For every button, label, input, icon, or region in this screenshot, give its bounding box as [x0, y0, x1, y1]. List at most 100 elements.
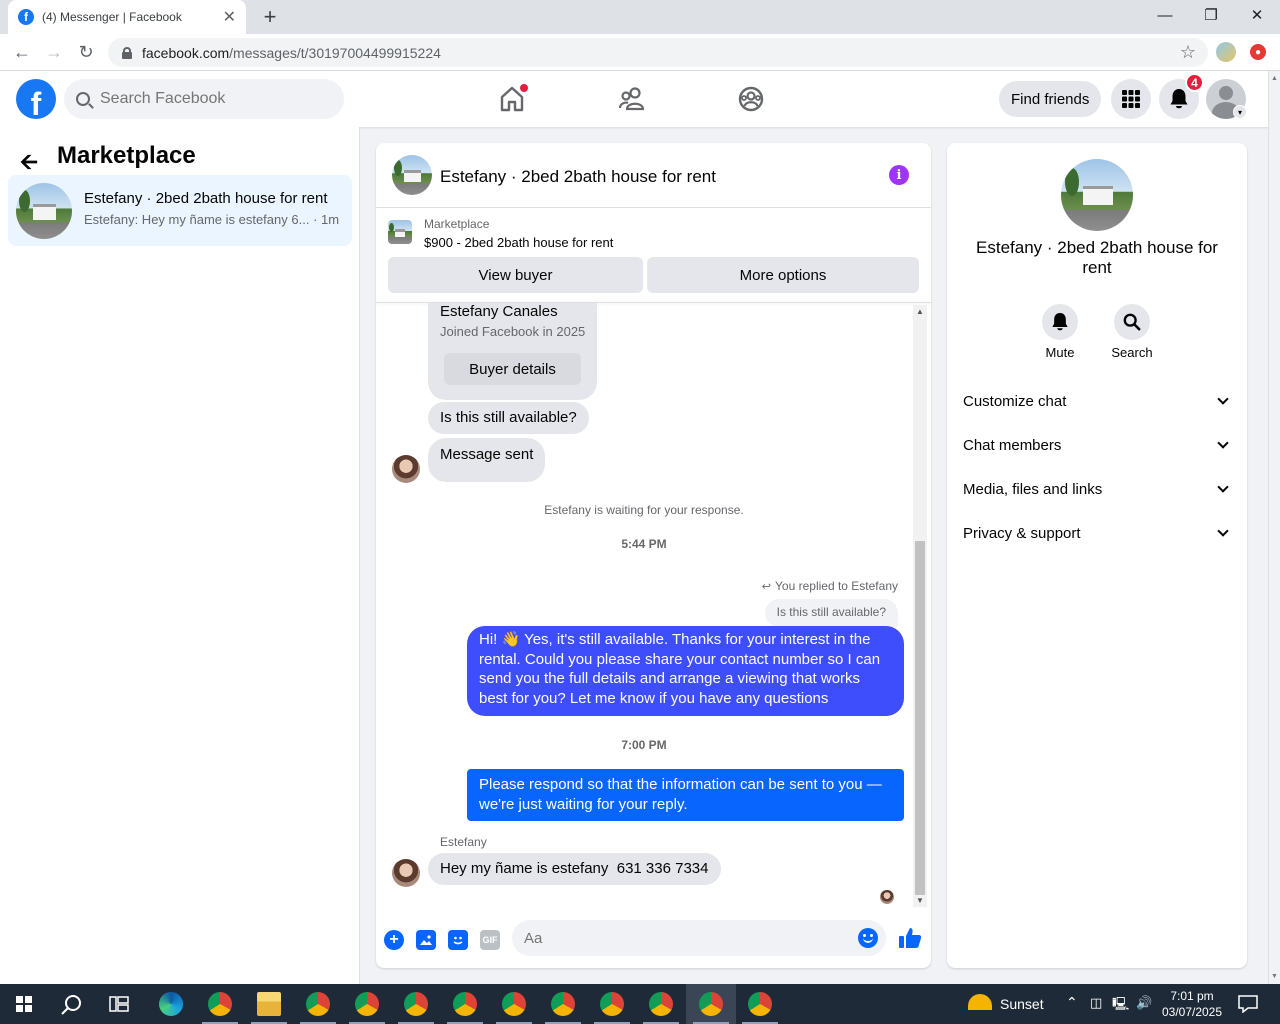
chrome-profile-icon[interactable] — [502, 992, 526, 1016]
friends-icon[interactable] — [616, 83, 648, 115]
plus-icon[interactable]: + — [384, 930, 404, 950]
edge-icon[interactable] — [159, 992, 183, 1016]
marketplace-listing-thumb — [388, 220, 412, 244]
view-buyer-button[interactable]: View buyer — [388, 257, 643, 293]
buyer-name: Estefany Canales — [440, 303, 558, 320]
home-notification-dot — [520, 84, 528, 92]
chat-listing-avatar[interactable] — [392, 155, 432, 195]
tab-close-icon[interactable]: ✕ — [223, 7, 236, 27]
scroll-down-icon[interactable]: ▼ — [1271, 973, 1278, 980]
chat-members-row[interactable]: Chat members — [963, 423, 1233, 467]
message-sent-bubble: Message sent — [428, 438, 546, 482]
network-icon[interactable]: 🖳 — [1112, 995, 1129, 1017]
chrome-profile-icon[interactable] — [453, 992, 477, 1016]
page-scrollbar[interactable]: ▲ ▼ — [1268, 71, 1280, 984]
details-panel: Estefany · 2bed 2bath house for rent Mut… — [947, 143, 1247, 968]
account-chevron-icon[interactable]: ▾ — [1233, 105, 1247, 119]
waiting-note: Estefany is waiting for your response. — [544, 503, 744, 517]
restore-icon[interactable]: ❐ — [1188, 0, 1234, 30]
chrome-profile-icon[interactable] — [748, 992, 772, 1016]
search-icon — [76, 92, 90, 106]
section-label: Media, files and links — [963, 480, 1103, 498]
message-composer: + GIF — [376, 908, 931, 968]
reply-message-bubble: Hi! 👋 Yes, it's still available. Thanks … — [467, 626, 904, 716]
read-receipt-avatar — [880, 890, 894, 904]
chat-scroll-up-icon[interactable]: ▲ — [916, 307, 924, 316]
browser-tab[interactable]: f (4) Messenger | Facebook ✕ — [8, 0, 246, 34]
section-label: Customize chat — [963, 392, 1067, 410]
chat-scrollbar[interactable]: ▲ ▼ — [913, 305, 927, 907]
minimize-icon[interactable]: — — [1142, 0, 1188, 30]
marketplace-sidebar: 🡨 Marketplace Estefany · 2bed 2bath hous… — [0, 127, 360, 984]
media-files-links-row[interactable]: Media, files and links — [963, 467, 1233, 511]
weather-label[interactable]: Sunset — [1000, 996, 1044, 1012]
bookmark-star-icon[interactable]: ☆ — [1180, 42, 1196, 63]
chrome-profile-icon[interactable] — [699, 992, 723, 1016]
facebook-logo-icon[interactable]: f — [16, 79, 56, 119]
sticker-icon[interactable] — [448, 930, 468, 950]
menu-grid-button[interactable] — [1111, 79, 1151, 119]
search-input[interactable] — [100, 90, 320, 108]
forward-icon[interactable]: → — [42, 40, 66, 64]
reload-icon[interactable]: ↻ — [74, 40, 98, 64]
chrome-profile-icon[interactable] — [551, 992, 575, 1016]
chrome-profile-icon[interactable] — [355, 992, 379, 1016]
groups-icon[interactable] — [735, 83, 767, 115]
meet-now-icon[interactable]: ◫ — [1090, 995, 1102, 1011]
timestamp: 5:44 PM — [621, 537, 667, 551]
system-clock[interactable]: 7:01 pm 03/07/2025 — [1150, 988, 1234, 1020]
extension-red-icon[interactable]: ● — [1250, 44, 1266, 60]
reply-arrow-icon: ↩ — [761, 580, 772, 593]
url-omnibox[interactable]: facebook.com/messages/t/3019700449991522… — [108, 38, 1208, 67]
facebook-topnav: f Find friends 4 ▾ — [0, 71, 1268, 127]
listing-price-title[interactable]: $900 - 2bed 2bath house for rent — [424, 235, 613, 250]
chat-scroll-thumb[interactable] — [915, 541, 925, 895]
file-explorer-icon[interactable] — [257, 992, 281, 1016]
find-friends-button[interactable]: Find friends — [999, 81, 1102, 117]
chrome-profile-icon[interactable] — [600, 992, 624, 1016]
url-path: /messages/t/30197004499915224 — [229, 44, 441, 61]
chrome-profile-icon[interactable] — [306, 992, 330, 1016]
scroll-up-icon[interactable]: ▲ — [1271, 75, 1278, 82]
notification-center-icon[interactable] — [1238, 995, 1258, 1013]
sunset-weather-icon[interactable] — [968, 994, 992, 1010]
gif-icon[interactable]: GIF — [480, 930, 500, 950]
estefany-avatar[interactable] — [392, 455, 420, 483]
buyer-details-button[interactable]: Buyer details — [444, 353, 581, 385]
chevron-down-icon — [1217, 393, 1229, 405]
quoted-message[interactable]: Is this still available? — [764, 599, 898, 627]
back-icon[interactable]: ← — [10, 40, 34, 64]
taskbar-search-icon[interactable] — [60, 993, 84, 1017]
customize-chat-row[interactable]: Customize chat — [963, 379, 1233, 423]
marketplace-label: Marketplace — [424, 217, 490, 231]
reply-note: ↩ You replied to Estefany — [762, 579, 898, 593]
chat-title[interactable]: Estefany · 2bed 2bath house for rent — [440, 167, 716, 187]
chat-panel: Estefany · 2bed 2bath house for rent i M… — [376, 143, 931, 968]
chat-scroll-down-icon[interactable]: ▼ — [916, 896, 924, 905]
mute-button[interactable] — [1042, 304, 1078, 340]
chevron-down-icon — [1217, 481, 1229, 493]
conversation-item[interactable]: Estefany · 2bed 2bath house for rent Est… — [8, 175, 352, 246]
listing-thumbnail — [16, 183, 72, 239]
privacy-support-row[interactable]: Privacy & support — [963, 511, 1233, 555]
chrome-profile-icon[interactable] — [649, 992, 673, 1016]
info-icon[interactable]: i — [889, 165, 909, 185]
more-options-button[interactable]: More options — [647, 257, 919, 293]
tray-chevron-up-icon[interactable]: ⌃ — [1066, 994, 1078, 1011]
estefany-avatar[interactable] — [392, 859, 420, 887]
search-conversation-button[interactable] — [1114, 304, 1150, 340]
message-bubble: Is this still available? — [428, 402, 589, 434]
chrome-profile-icon[interactable] — [404, 992, 428, 1016]
extension-icon[interactable] — [1216, 42, 1236, 62]
search-box[interactable] — [64, 79, 344, 119]
photo-icon[interactable] — [416, 930, 436, 950]
task-view-icon[interactable] — [109, 994, 129, 1014]
thumbs-up-icon[interactable] — [898, 926, 922, 950]
window-controls: — ❐ ✕ — [1142, 0, 1280, 30]
windows-start-icon[interactable] — [16, 996, 32, 1012]
new-tab-button[interactable]: + — [258, 4, 282, 30]
chrome-icon[interactable] — [208, 992, 232, 1016]
message-input[interactable] — [512, 920, 886, 956]
close-window-icon[interactable]: ✕ — [1234, 0, 1280, 30]
emoji-icon[interactable] — [858, 928, 878, 948]
